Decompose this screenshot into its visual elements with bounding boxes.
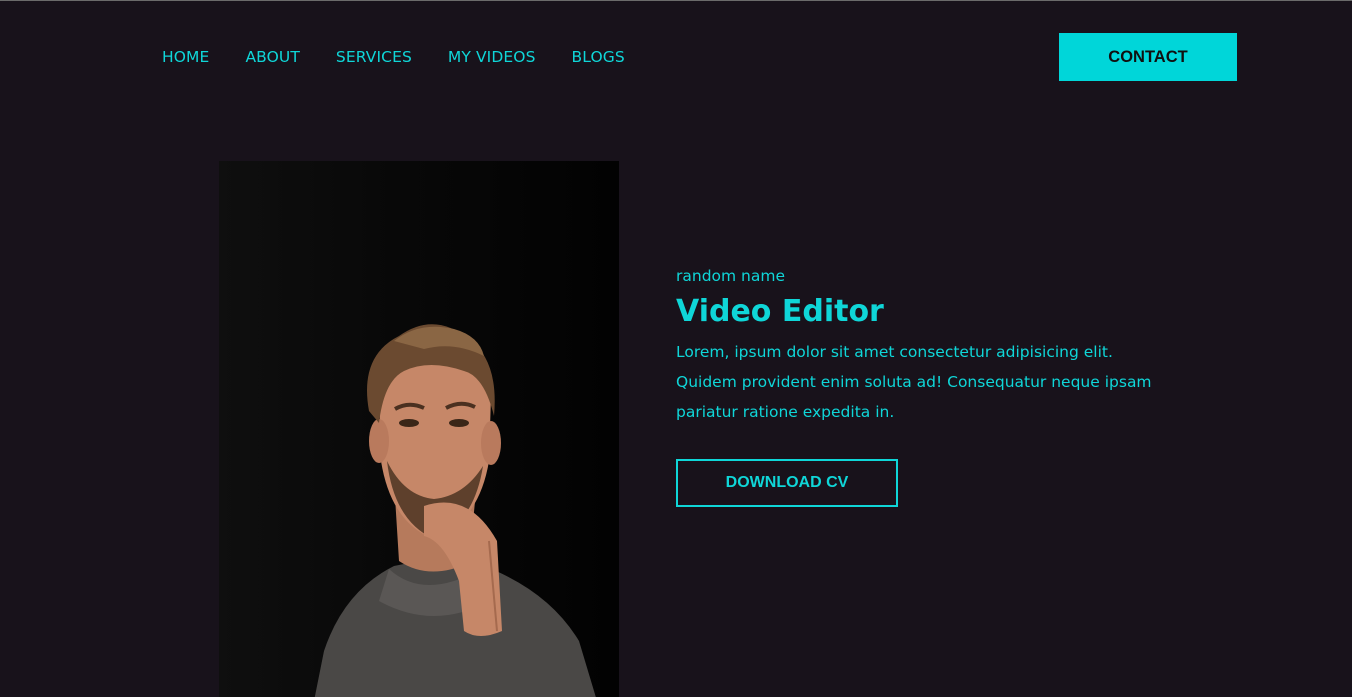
hero-name: random name [676,267,785,285]
nav-item-blogs[interactable]: BLOGS [572,47,625,67]
profile-photo [219,161,619,697]
hero-description: Lorem, ipsum dolor sit amet consectetur … [676,343,1152,421]
download-cv-button[interactable]: DOWNLOAD CV [676,459,898,507]
person-illustration [314,324,596,697]
nav-item-home[interactable]: HOME [162,47,209,67]
nav-item-services[interactable]: SERVICES [336,47,412,67]
hero-role: Video Editor [676,294,884,329]
main-nav: HOME ABOUT SERVICES MY VIDEOS BLOGS [162,47,661,67]
nav-item-my-videos[interactable]: MY VIDEOS [448,47,536,67]
contact-button[interactable]: CONTACT [1059,33,1237,81]
nav-item-about[interactable]: ABOUT [245,47,299,67]
hero-text: random name Video Editor Lorem, ipsum do… [676,265,1196,427]
